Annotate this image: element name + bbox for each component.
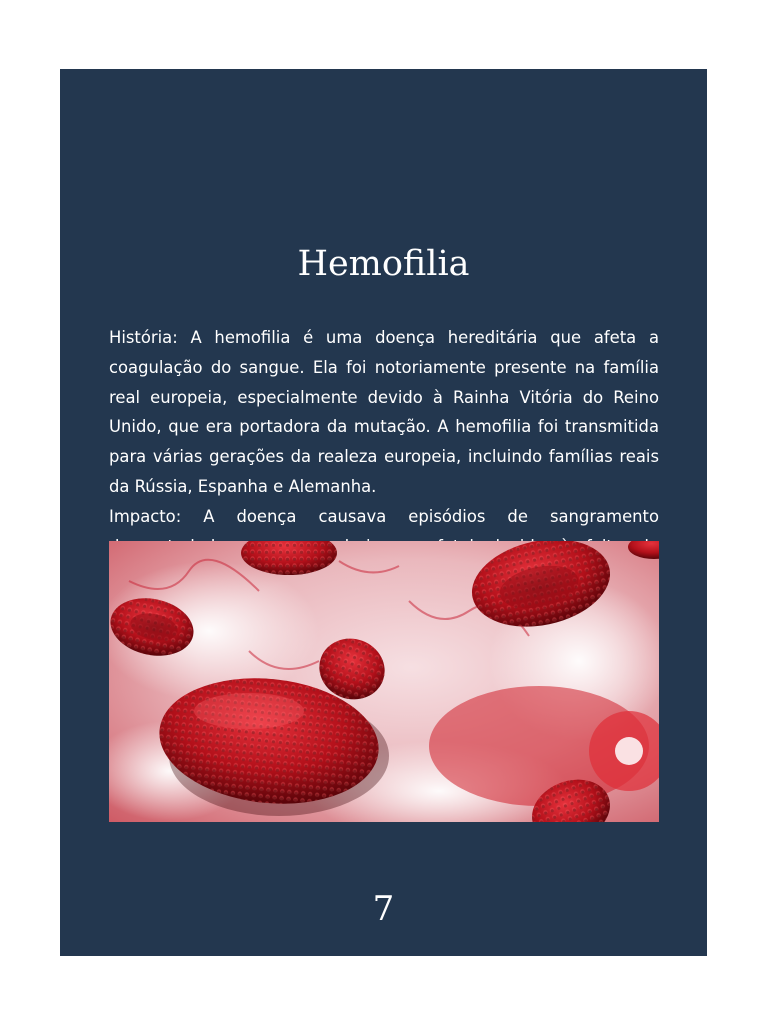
book-page: Hemofilia História: A hemofilia é uma do… (60, 69, 707, 956)
page-title: Hemofilia (297, 244, 470, 284)
history-paragraph: História: A hemofilia é uma doença hered… (109, 328, 659, 496)
page-number: 7 (372, 889, 395, 929)
red-blood-cells-illustration (109, 541, 659, 822)
